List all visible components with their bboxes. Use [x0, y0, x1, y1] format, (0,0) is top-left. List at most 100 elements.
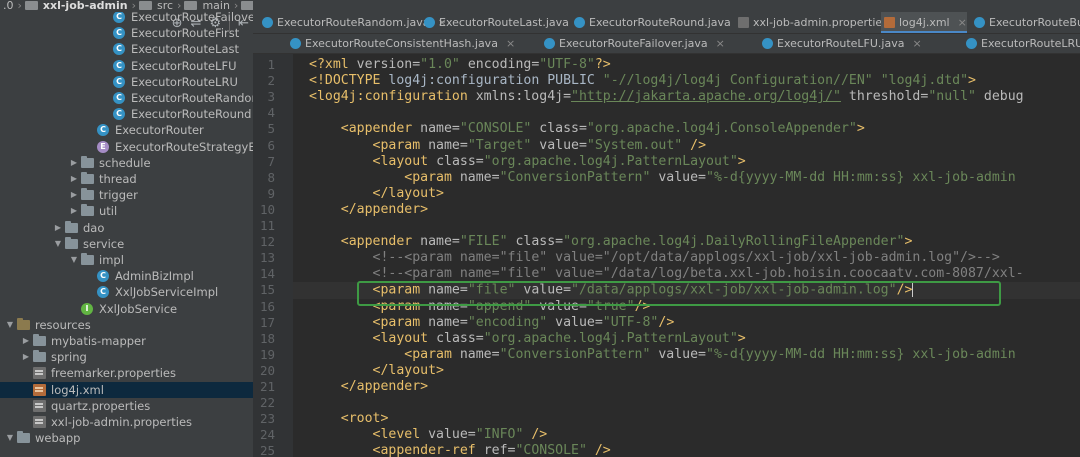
tree-item[interactable]: E ExecutorRouteStrategyEnum [0, 139, 253, 155]
collapse-arrow-icon[interactable]: ▶ [69, 203, 79, 219]
tree-item[interactable]: C ExecutorRouteRound [0, 106, 253, 122]
tree-item[interactable]: ▶ mybatis-mapper [0, 333, 253, 349]
tree-item[interactable]: ▼ impl [0, 252, 253, 268]
code-token: value= [547, 314, 603, 330]
breadcrumb-item[interactable]: xxl-job-admin [40, 0, 131, 11]
tree-item[interactable]: C AdminBizImpl [0, 268, 253, 284]
expand-arrow-icon[interactable]: ▼ [5, 430, 15, 446]
expand-arrow-icon[interactable]: ▼ [53, 236, 63, 252]
tree-item[interactable]: ▶ spring [0, 349, 253, 365]
code-line[interactable]: <param name="ConversionPattern" value="%… [309, 347, 1015, 363]
code-token: "null" [928, 89, 976, 105]
collapse-arrow-icon[interactable]: ▶ [69, 155, 79, 171]
tree-item[interactable]: ▼ webapp [0, 430, 253, 446]
code-line[interactable]: </layout> [309, 186, 444, 202]
close-icon[interactable]: × [506, 34, 515, 53]
class-icon [574, 17, 585, 28]
tree-item[interactable]: ▶ schedule [0, 155, 253, 171]
class-icon: C [113, 27, 125, 40]
tree-item[interactable]: C XxlJobServiceImpl [0, 284, 253, 300]
close-icon[interactable]: × [958, 12, 967, 33]
code-line[interactable]: <layout class="org.apache.log4j.PatternL… [309, 154, 746, 170]
tree-item[interactable]: log4j.xml [0, 381, 253, 398]
code-line[interactable]: <log4j:configuration xmlns:log4j="http:/… [309, 89, 1024, 105]
tree-item[interactable]: ▶ util [0, 203, 253, 219]
folder-icon [81, 253, 94, 265]
editor-tab[interactable]: ExecutorRouteRandom.java × [259, 12, 447, 33]
breadcrumb-item[interactable]: src [154, 0, 176, 11]
folder-icon [81, 155, 94, 168]
editor-tab[interactable]: ExecutorRouteLRU.java× [963, 34, 1080, 53]
tree-item-label: webapp [35, 431, 81, 446]
code-line[interactable]: <!--<param name="file" value="/data/log/… [309, 266, 1024, 282]
code-line[interactable]: <?xml version="1.0" encoding="UTF-8"?> [309, 57, 611, 73]
tree-item[interactable]: ▶ thread [0, 171, 253, 187]
collapse-arrow-icon[interactable]: ▶ [21, 349, 31, 365]
tree-item[interactable]: I XxlJobService [0, 301, 253, 317]
close-icon[interactable]: × [912, 34, 921, 53]
tree-item[interactable]: C ExecutorRouteRandom [0, 90, 253, 106]
collapse-arrow-icon[interactable]: ▶ [21, 333, 31, 349]
editor-tab[interactable]: ExecutorRouteBusyov× [971, 12, 1080, 33]
code-line[interactable]: <level value="INFO" /> [309, 427, 548, 443]
tree-item[interactable]: C ExecutorRouteLRU [0, 74, 253, 90]
tree-item[interactable]: C ExecutorRouteFailover [0, 12, 253, 25]
class-icon: C [97, 270, 109, 283]
collapse-arrow-icon[interactable]: ▶ [53, 220, 63, 236]
line-number: 8 [267, 169, 275, 185]
tree-item[interactable]: ▶ dao [0, 220, 253, 236]
code-line[interactable]: <param name="Target" value="System.out" … [309, 138, 707, 154]
code-line[interactable]: <appender-ref ref="CONSOLE" /> [309, 443, 611, 457]
tree-item-label: resources [35, 317, 91, 332]
breadcrumb-item[interactable]: main [199, 0, 232, 11]
editor-tab[interactable]: xxl-job-admin.properties× [735, 12, 905, 33]
code-token: "org.apache.log4j.PatternLayout" [483, 153, 738, 169]
code-line[interactable]: <param name="ConversionPattern" value="%… [309, 169, 1015, 186]
editor-tab-label: ExecutorRouteRound.java [589, 16, 731, 29]
tree-item[interactable]: C ExecutorRouteLFU [0, 58, 253, 74]
code-token: <layout [372, 330, 437, 346]
tree-item[interactable]: ▼ resources [0, 317, 253, 333]
editor-tab[interactable]: log4j.xml × [881, 12, 967, 33]
tree-item[interactable]: freemarker.properties [0, 365, 253, 381]
code-line[interactable]: <appender name="CONSOLE" class="org.apac… [309, 121, 865, 137]
code-line[interactable]: <appender name="FILE" class="org.apache.… [309, 234, 913, 250]
tree-item[interactable]: ▶ trigger [0, 187, 253, 203]
code-line[interactable]: <param name="encoding" value="UTF-8"/> [309, 314, 675, 331]
code-line[interactable]: </layout> [309, 363, 444, 379]
code-token: <param [404, 169, 460, 185]
code-line[interactable]: </appender> [309, 379, 428, 395]
breadcrumb-item[interactable]: .0 [0, 0, 17, 11]
expand-arrow-icon[interactable]: ▼ [5, 317, 15, 333]
code-editor[interactable]: <?xml version="1.0" encoding="UTF-8"?> <!… [293, 54, 1080, 457]
close-icon[interactable]: × [716, 34, 725, 53]
tree-item[interactable]: C ExecutorRouter [0, 122, 253, 138]
editor-tab[interactable]: ExecutorRouteLFU.java × [759, 34, 922, 53]
editor-tab[interactable]: ExecutorRouteRound.java× [571, 12, 748, 33]
tree-item[interactable]: C ExecutorRouteFirst [0, 25, 253, 41]
editor-tab[interactable]: ExecutorRouteConsistentHash.java × [287, 34, 515, 53]
tree-item[interactable]: C ExecutorRouteLast [0, 41, 253, 57]
tree-item[interactable]: ▼ service [0, 236, 253, 252]
collapse-arrow-icon[interactable]: ▶ [69, 171, 79, 187]
expand-arrow-icon[interactable]: ▼ [69, 252, 79, 268]
editor-tab[interactable]: ExecutorRouteLast.java× [421, 12, 586, 33]
code-line[interactable]: </appender> [309, 202, 428, 218]
code-line[interactable]: <!--<param name="file" value="/opt/data/… [309, 250, 1000, 266]
code-token: ref= [483, 443, 516, 457]
code-line[interactable]: <layout class="org.apache.log4j.PatternL… [309, 331, 746, 347]
editor-tab-label: ExecutorRouteLast.java [439, 16, 569, 29]
code-line[interactable]: <!DOCTYPE log4j:configuration PUBLIC "-/… [309, 73, 976, 89]
collapse-arrow-icon[interactable]: ▶ [69, 187, 79, 203]
editor-tab[interactable]: ExecutorRouteFailover.java × [541, 34, 725, 53]
tree-item[interactable]: xxl-job-admin.properties [0, 414, 253, 430]
line-number: 11 [259, 218, 275, 233]
code-line[interactable]: <root> [309, 411, 389, 427]
code-token: </layout> [372, 362, 444, 378]
tree-item[interactable]: quartz.properties [0, 398, 253, 414]
